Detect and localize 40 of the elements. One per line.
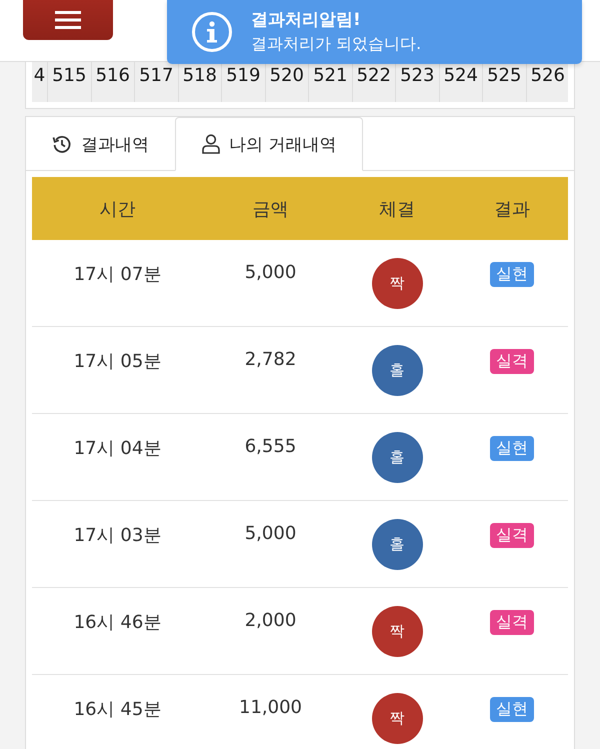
result-badge: 실현: [490, 436, 534, 461]
result-badge: 실격: [490, 349, 534, 374]
round-number: 4: [32, 62, 48, 102]
time-cell-text: 17시 04분: [72, 437, 162, 461]
round-number: 515: [48, 62, 92, 102]
amount-cell-text: 2,782: [244, 348, 298, 372]
toast-message: 결과처리가 되었습니다.: [251, 33, 422, 55]
pick-ball: 홀: [372, 345, 422, 396]
column-header: 금액: [252, 198, 290, 220]
time-cell-text: 16시 45분: [72, 698, 162, 722]
tab[interactable]: 결과내역: [26, 117, 175, 171]
user-icon: [202, 134, 220, 154]
time-cell-text: 17시 05분: [72, 350, 162, 374]
tab[interactable]: 나의 거래내역: [175, 117, 364, 171]
result-badge: 실현: [490, 262, 534, 287]
amount-cell-text: 5,000: [244, 261, 298, 285]
column-header: 체결: [378, 198, 416, 220]
column-header: 시간: [98, 198, 136, 220]
pick-ball: 짝: [372, 258, 422, 309]
toast-title: 결과처리알림!: [251, 9, 362, 31]
pick-ball: 짝: [372, 693, 422, 744]
menu-icon: [55, 10, 81, 30]
time-cell-text: 16시 46분: [72, 611, 162, 635]
result-badge: 실현: [490, 697, 534, 722]
column-header: 결과: [493, 198, 531, 220]
time-cell-text: 17시 03분: [72, 524, 162, 548]
amount-cell-text: 2,000: [244, 609, 298, 633]
amount-cell-text: 11,000: [238, 696, 303, 720]
round-number: 516: [92, 62, 135, 102]
info-icon: [191, 11, 233, 53]
time-cell-text: 17시 07분: [72, 263, 162, 287]
result-badge: 실격: [490, 523, 534, 548]
menu-button[interactable]: [23, 0, 113, 40]
amount-cell-text: 5,000: [244, 522, 298, 546]
amount-cell-text: 6,555: [244, 435, 298, 459]
pick-ball: 홀: [372, 519, 422, 570]
history-icon: [52, 134, 72, 154]
pick-ball: 짝: [372, 606, 422, 657]
pick-ball: 홀: [372, 432, 422, 483]
result-badge: 실격: [490, 610, 534, 635]
